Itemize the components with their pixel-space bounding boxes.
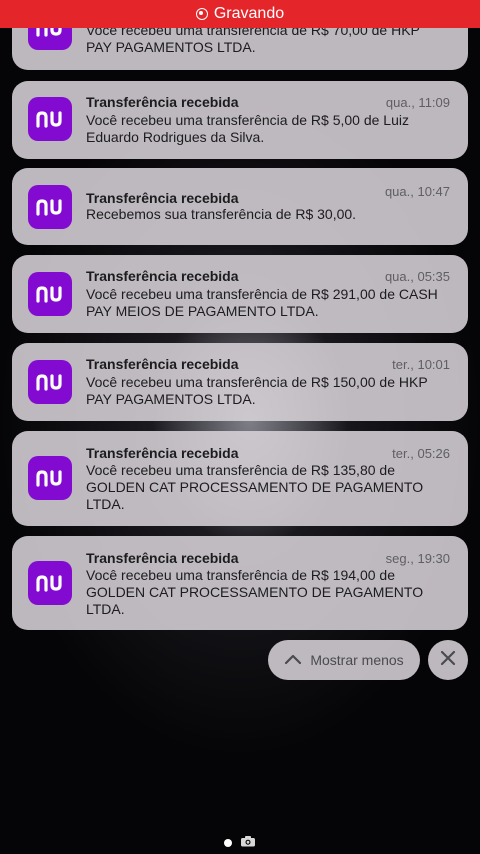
camera-icon[interactable] [240, 834, 256, 852]
notification-body: Você recebeu uma transferência de R$ 5,0… [86, 112, 409, 145]
notification-time: qua., 05:35 [384, 269, 450, 284]
nubank-logo-icon [28, 360, 72, 404]
notification-card[interactable]: Transferência recebida ter., 10:01 Você … [12, 343, 468, 421]
show-less-button[interactable]: Mostrar menos [268, 640, 420, 680]
screen-recording-bar[interactable]: Gravando [0, 0, 480, 28]
page-indicator [224, 834, 256, 852]
nubank-logo-icon [28, 97, 72, 141]
notification-time: ter., 10:01 [392, 357, 450, 372]
notification-card[interactable]: Transferência recebida qua., 11:09 Você … [12, 81, 468, 159]
notification-title: Transferência recebida [86, 94, 239, 110]
clear-notifications-button[interactable] [428, 640, 468, 680]
notification-time: seg., 19:30 [385, 551, 450, 566]
nubank-logo-icon [28, 456, 72, 500]
notification-time: qua., 11:09 [385, 95, 450, 110]
nubank-logo-icon [28, 185, 72, 229]
notification-body: Você recebeu uma transferência de R$ 150… [86, 374, 428, 407]
notification-title: Transferência recebida [86, 550, 239, 566]
notification-body: Recebemos sua transferência de R$ 30,00. [86, 206, 357, 222]
show-less-label: Mostrar menos [310, 652, 404, 668]
chevron-up-icon [284, 652, 310, 668]
notification-title: Transferência recebida [86, 268, 239, 284]
recording-label: Gravando [213, 5, 285, 22]
page-dot-active [224, 839, 232, 847]
notification-card[interactable]: Transferência recebida ter., 05:26 Você … [12, 431, 468, 526]
notification-time: ter., 05:26 [392, 446, 450, 461]
notification-card[interactable]: Transferência recebida qua., 10:47 Receb… [12, 168, 468, 245]
notification-title: Transferência recebida [86, 356, 239, 372]
nubank-logo-icon [28, 272, 72, 316]
notification-title: Transferência recebida [86, 190, 239, 206]
notification-title: Transferência recebida [86, 445, 239, 461]
notification-body: Você recebeu uma transferência de R$ 291… [86, 286, 438, 319]
notification-card[interactable]: Transferência recebida qua., 05:35 Você … [12, 255, 468, 333]
notification-body: Você recebeu uma transferência de R$ 194… [86, 567, 424, 617]
close-icon [440, 650, 456, 671]
record-icon [195, 8, 208, 20]
notification-body: Você recebeu uma transferência de R$ 135… [86, 462, 424, 512]
notification-time: qua., 10:47 [384, 184, 450, 199]
notification-card[interactable]: Transferência recebida seg., 19:30 Você … [12, 536, 468, 630]
nubank-logo-icon [28, 561, 72, 605]
